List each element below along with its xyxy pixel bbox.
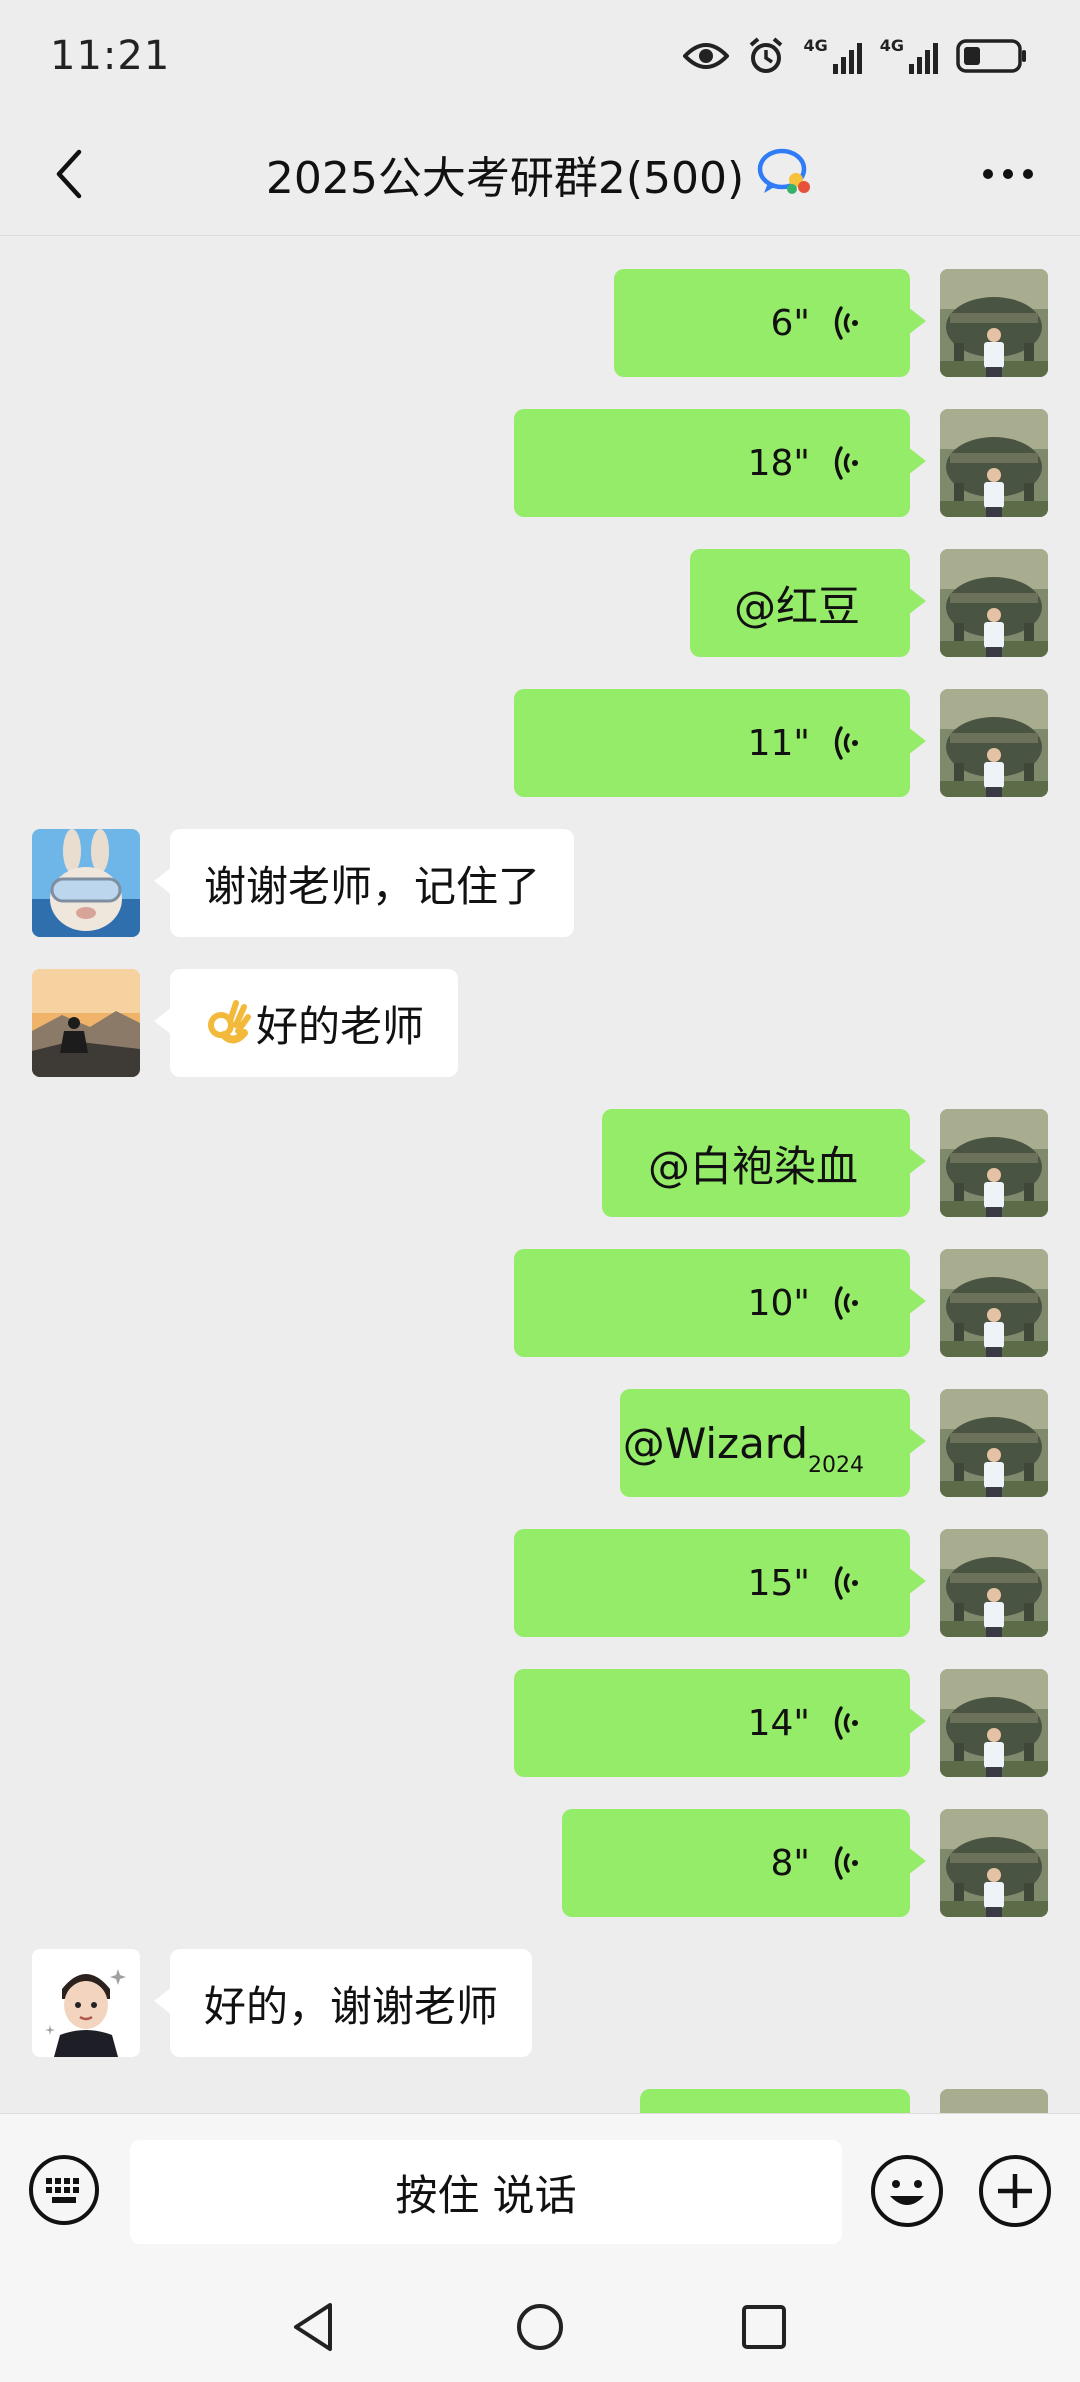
voice-message[interactable]: 14" (514, 1669, 926, 1777)
message-row: @红豆 (0, 549, 1080, 657)
message-row: 谢谢老师，记住了 (0, 829, 1080, 937)
voice-wave-icon (832, 303, 862, 343)
network-type-label: 4G (803, 36, 828, 55)
message-row: 11" (0, 689, 1080, 797)
network-type-label: 4G (879, 36, 904, 55)
avatar[interactable] (32, 1949, 140, 2057)
plus-icon[interactable] (978, 2154, 1052, 2228)
message-text: @白袍染血 (647, 1141, 858, 1191)
group-chat-badge-icon (756, 147, 814, 201)
voice-message[interactable]: 11" (514, 689, 926, 797)
voice-duration: 6" (770, 302, 810, 344)
avatar[interactable] (940, 1669, 1048, 1777)
voice-duration: 10" (747, 1282, 810, 1324)
voice-message[interactable]: 18" (514, 409, 926, 517)
keyboard-icon[interactable] (28, 2154, 100, 2226)
avatar[interactable] (940, 1249, 1048, 1357)
text-message[interactable]: 好的老师 (153, 969, 459, 1077)
nav-recents-icon[interactable] (734, 2297, 794, 2357)
message-text: 好的老师 (256, 1001, 425, 1051)
message-row: 15" (0, 1529, 1080, 1637)
signal-icon: 4G (880, 38, 938, 74)
voice-message[interactable]: 10" (514, 1249, 926, 1357)
message-text: @红豆 (733, 581, 860, 631)
mention-subscript: 2024 (808, 1452, 864, 1478)
message-row: 6" (0, 269, 1080, 377)
voice-wave-icon (832, 1283, 862, 1323)
voice-wave-icon (832, 1843, 862, 1883)
voice-duration: 18" (747, 442, 810, 484)
text-message[interactable]: @红豆 (690, 549, 926, 657)
voice-message[interactable]: 6" (614, 269, 926, 377)
voice-wave-icon (832, 1563, 862, 1603)
avatar[interactable] (940, 409, 1048, 517)
voice-duration: 11" (747, 722, 810, 764)
back-button[interactable] (36, 142, 100, 206)
hold-to-talk-button[interactable]: 按住 说话 (130, 2140, 842, 2244)
avatar[interactable] (940, 2089, 1048, 2113)
voice-wave-icon (832, 723, 862, 763)
chat-title-wrap: 2025公大考研群2(500) (266, 142, 814, 206)
avatar[interactable] (940, 1389, 1048, 1497)
message-row: 好的老师 (0, 969, 1080, 1077)
smiley-icon[interactable] (870, 2154, 944, 2228)
message-row: @Wizard2024 (0, 1389, 1080, 1497)
message-row: 10" (0, 1249, 1080, 1357)
nav-back-icon[interactable] (284, 2297, 344, 2357)
voice-wave-icon (832, 443, 862, 483)
eye-icon (683, 40, 730, 72)
text-message[interactable]: 好的，谢谢老师 (153, 1949, 533, 2057)
message-row: @白袍染血 (0, 1109, 1080, 1217)
message-row: 8" (0, 1809, 1080, 1917)
message-text: @Wizard2024 (622, 1418, 864, 1478)
chat-title: 2025公大考研群2(500) (265, 152, 745, 204)
more-button[interactable] (976, 142, 1040, 206)
chat-header: 2025公大考研群2(500) (0, 112, 1080, 236)
voice-duration: 8" (770, 1842, 810, 1884)
ok-hand-emoji-icon (208, 1000, 251, 1044)
message-row: 18" (0, 409, 1080, 517)
chat-message-list[interactable]: 6" 18" @红豆 11" 谢谢老师，记住了 好的老师 @白袍染血 10" @… (0, 237, 1080, 2113)
status-icons: 4G 4G (683, 37, 1028, 75)
avatar[interactable] (940, 1529, 1048, 1637)
message-row: 好的，谢谢老师 (0, 1949, 1080, 2057)
battery-icon (956, 38, 1028, 74)
voice-message[interactable]: 8" (562, 1809, 926, 1917)
message-text: 好的，谢谢老师 (204, 1981, 499, 2031)
nav-home-icon[interactable] (510, 2297, 570, 2357)
avatar[interactable] (32, 969, 140, 1077)
text-message[interactable]: @白袍染血 (602, 1109, 926, 1217)
avatar[interactable] (940, 549, 1048, 657)
text-message[interactable]: 谢谢老师，记住了 (153, 829, 575, 937)
alarm-icon (747, 37, 785, 75)
status-bar: 11:21 4G 4G (0, 0, 1080, 112)
input-bar: 按住 说话 (0, 2113, 1080, 2269)
avatar[interactable] (940, 689, 1048, 797)
avatar[interactable] (32, 829, 140, 937)
avatar[interactable] (940, 1109, 1048, 1217)
system-nav-bar (0, 2269, 1080, 2382)
more-dots-icon (983, 169, 1033, 179)
avatar[interactable] (940, 269, 1048, 377)
voice-wave-icon (832, 1703, 862, 1743)
chevron-left-icon (56, 149, 82, 199)
message-row: 14" (0, 1669, 1080, 1777)
message-row (0, 2089, 1080, 2113)
status-time: 11:21 (50, 33, 171, 79)
voice-duration: 14" (747, 1702, 810, 1744)
voice-message[interactable]: 15" (514, 1529, 926, 1637)
mention-message[interactable]: @Wizard2024 (620, 1389, 926, 1497)
partial-message[interactable] (640, 2089, 910, 2113)
voice-duration: 15" (747, 1562, 810, 1604)
avatar[interactable] (940, 1809, 1048, 1917)
message-text: 谢谢老师，记住了 (204, 861, 541, 911)
signal-icon: 4G (803, 36, 862, 74)
